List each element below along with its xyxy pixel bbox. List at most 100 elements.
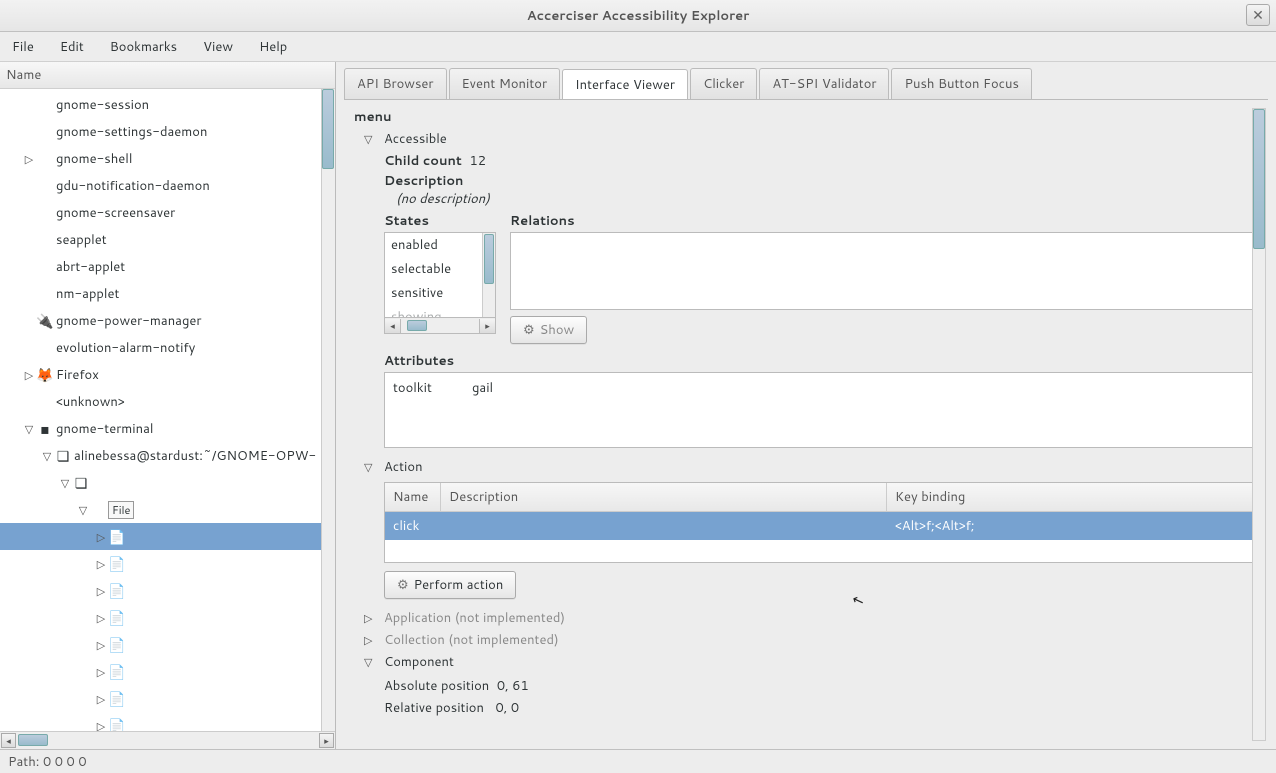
- tabs-bar: API Browser Event Monitor Interface View…: [344, 68, 1268, 99]
- tree-vertical-scrollbar[interactable]: [321, 89, 335, 731]
- tree-item-icon: 📄: [108, 716, 126, 732]
- attributes-label: Attributes: [384, 352, 1258, 370]
- tree-hscroll-thumb[interactable]: [18, 734, 48, 746]
- tree-expander[interactable]: ▷: [94, 610, 108, 626]
- application-expander[interactable]: [364, 610, 378, 626]
- tree-row[interactable]: nm-applet: [0, 280, 335, 307]
- states-vscroll-thumb[interactable]: [484, 234, 494, 284]
- tree-row[interactable]: ▽❏alinebessa@stardust:~/GNOME-OPW-: [0, 442, 335, 469]
- application-section-label: Application (not implemented): [384, 609, 565, 627]
- relations-label: Relations: [510, 212, 1258, 230]
- tree-row[interactable]: ▷🦊Firefox: [0, 361, 335, 388]
- description-label: Description: [384, 172, 1258, 190]
- tree-expander[interactable]: ▷: [94, 556, 108, 572]
- action-th-key[interactable]: Key binding: [887, 483, 1257, 511]
- component-expander[interactable]: [364, 654, 378, 670]
- show-button[interactable]: ⚙ Show: [510, 316, 587, 344]
- tree-row[interactable]: abrt-applet: [0, 253, 335, 280]
- states-vscroll[interactable]: [482, 233, 495, 317]
- tree-row[interactable]: ▷📄: [0, 577, 335, 604]
- tree-expander[interactable]: ▷: [22, 151, 36, 167]
- node-name: menu: [354, 108, 1258, 126]
- panel-vertical-scrollbar[interactable]: [1252, 108, 1266, 741]
- tree-row[interactable]: 🔌gnome-power-manager: [0, 307, 335, 334]
- accessible-expander[interactable]: [364, 131, 378, 147]
- tree-row[interactable]: gnome-screensaver: [0, 199, 335, 226]
- tree-expander[interactable]: ▷: [94, 583, 108, 599]
- action-th-name[interactable]: Name: [385, 483, 441, 511]
- menu-view[interactable]: View: [197, 34, 239, 60]
- tree-row[interactable]: ▽❏: [0, 469, 335, 496]
- tree-item-label: File: [108, 501, 134, 519]
- tree-row[interactable]: ▷📄: [0, 658, 335, 685]
- tree-row[interactable]: ▷📄: [0, 685, 335, 712]
- tree-row[interactable]: ▷📄: [0, 523, 335, 550]
- tree-expander[interactable]: ▽: [22, 421, 36, 437]
- state-item[interactable]: enabled: [385, 233, 495, 257]
- statusbar: Path: 0 0 0 0: [0, 749, 1276, 773]
- hscroll-right-button[interactable]: ▸: [319, 733, 334, 748]
- tree-row[interactable]: <unknown>: [0, 388, 335, 415]
- states-hscroll-track[interactable]: [401, 319, 479, 333]
- tree-row[interactable]: ▽ File: [0, 496, 335, 523]
- tree-expander[interactable]: ▽: [58, 475, 72, 491]
- tree-expander[interactable]: ▽: [76, 502, 90, 518]
- states-hscroll-left[interactable]: ◂: [385, 319, 401, 333]
- perform-action-button[interactable]: ⚙ Perform action: [384, 571, 516, 599]
- states-hscroll[interactable]: ◂ ▸: [384, 318, 496, 334]
- tree-row[interactable]: seapplet: [0, 226, 335, 253]
- tree-expander[interactable]: ▷: [94, 529, 108, 545]
- tab-interface-viewer[interactable]: Interface Viewer: [562, 69, 688, 100]
- state-item[interactable]: selectable: [385, 257, 495, 281]
- tree-vscroll-thumb[interactable]: [322, 89, 334, 169]
- panel-vscroll-thumb[interactable]: [1253, 109, 1265, 249]
- collection-section-label: Collection (not implemented): [384, 631, 559, 649]
- tab-clicker[interactable]: Clicker: [690, 68, 757, 99]
- hscroll-left-button[interactable]: ◂: [1, 733, 16, 748]
- tree-row[interactable]: gnome-session: [0, 91, 335, 118]
- states-hscroll-thumb[interactable]: [407, 320, 427, 331]
- window-close-button[interactable]: ✕: [1246, 4, 1270, 26]
- tree-item-icon: 📄: [108, 608, 126, 628]
- menu-help[interactable]: Help: [253, 34, 293, 60]
- tree-column-header[interactable]: Name: [0, 62, 335, 89]
- tree-expander[interactable]: ▷: [94, 691, 108, 707]
- collection-expander[interactable]: [364, 632, 378, 648]
- tree-row[interactable]: ▷📄: [0, 604, 335, 631]
- tree-expander[interactable]: ▽: [40, 448, 54, 464]
- states-listbox[interactable]: enabled selectable sensitive showing: [384, 232, 496, 318]
- tree-row[interactable]: gnome-settings-daemon: [0, 118, 335, 145]
- attributes-box[interactable]: toolkit gail: [384, 372, 1258, 448]
- tree-row[interactable]: ▷📄: [0, 712, 335, 731]
- tree-row[interactable]: ▽▪gnome-terminal: [0, 415, 335, 442]
- attribute-value: gail: [472, 379, 493, 397]
- tree-expander[interactable]: ▷: [94, 664, 108, 680]
- tree-expander[interactable]: ▷: [22, 367, 36, 383]
- tab-api-browser[interactable]: API Browser: [344, 68, 447, 99]
- action-expander[interactable]: [364, 459, 378, 475]
- tab-event-monitor[interactable]: Event Monitor: [449, 68, 561, 99]
- tree-pane: Name gnome-sessiongnome-settings-daemon▷…: [0, 62, 336, 749]
- action-th-desc[interactable]: Description: [441, 483, 887, 511]
- menu-bookmarks[interactable]: Bookmarks: [104, 34, 183, 60]
- tree-row[interactable]: ▷📄: [0, 550, 335, 577]
- menu-edit[interactable]: Edit: [54, 34, 90, 60]
- tree-scroll-area[interactable]: gnome-sessiongnome-settings-daemon▷gnome…: [0, 89, 335, 731]
- tree-expander[interactable]: ▷: [94, 718, 108, 732]
- state-item[interactable]: showing: [385, 305, 495, 318]
- action-row[interactable]: click <Alt>f;<Alt>f;: [385, 512, 1257, 540]
- state-item[interactable]: sensitive: [385, 281, 495, 305]
- tree-item-icon: ❏: [54, 446, 72, 466]
- tree-row[interactable]: ▷gnome-shell: [0, 145, 335, 172]
- tree-horizontal-scrollbar[interactable]: ◂ ▸: [0, 731, 335, 749]
- tab-push-button-focus[interactable]: Push Button Focus: [891, 68, 1031, 99]
- tree-row[interactable]: ▷📄: [0, 631, 335, 658]
- menu-file[interactable]: File: [6, 34, 40, 60]
- states-hscroll-right[interactable]: ▸: [479, 319, 495, 333]
- tab-atspi-validator[interactable]: AT-SPI Validator: [759, 68, 889, 99]
- tree-row[interactable]: evolution-alarm-notify: [0, 334, 335, 361]
- tree-row[interactable]: gdu-notification-daemon: [0, 172, 335, 199]
- relations-listbox[interactable]: [510, 232, 1258, 310]
- abs-pos-value: 0, 61: [497, 677, 529, 695]
- tree-expander[interactable]: ▷: [94, 637, 108, 653]
